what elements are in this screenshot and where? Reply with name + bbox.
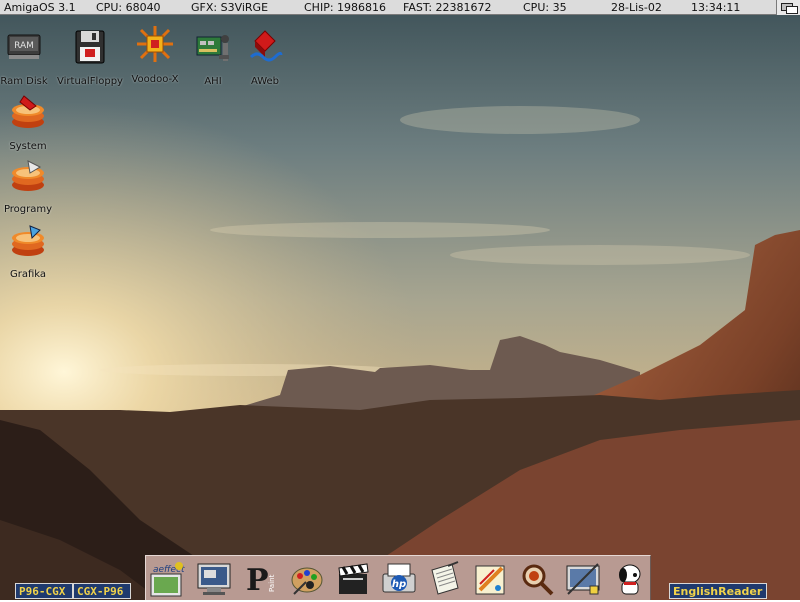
personal-paint-icon[interactable]: P Paint (242, 560, 280, 598)
clock: 13:34:11 (691, 1, 741, 14)
ram-disk[interactable]: RAM Ram Disk (0, 29, 59, 88)
system-label: System (9, 141, 47, 152)
drawer-icon (10, 94, 46, 130)
virtual-floppy-label: VirtualFloppy (57, 76, 123, 87)
virtual-floppy[interactable]: VirtualFloppy (55, 29, 125, 88)
notepad-icon[interactable] (426, 560, 464, 598)
depth-front-box (786, 6, 798, 14)
mode-p96-cgx[interactable]: P96-CGX (15, 583, 73, 599)
svg-text:P: P (246, 563, 269, 598)
ram-disk-label: Ram Disk (0, 76, 48, 87)
floppy-icon (72, 29, 108, 65)
programy-label: Programy (3, 204, 53, 215)
aweb-label: AWeb (250, 76, 280, 87)
ahi-icon (195, 29, 231, 65)
app-dock: aeffect P Paint hp (145, 555, 651, 600)
system-drawer[interactable]: System (0, 94, 63, 153)
clapperboard-icon[interactable] (334, 560, 372, 598)
svg-text:hp: hp (392, 579, 406, 590)
paint-palette-icon[interactable] (288, 560, 326, 598)
aweb[interactable]: AWeb (230, 29, 300, 88)
english-reader[interactable]: EnglishReader (669, 583, 767, 599)
gfx-card: GFX: S3ViRGE (191, 1, 269, 14)
aweb-icon (247, 29, 283, 65)
voodoo-x-label: Voodoo-X (131, 74, 179, 85)
desktop-wallpaper (0, 0, 800, 600)
drawer-icon (10, 222, 46, 258)
grafika-drawer[interactable]: Grafika (0, 222, 63, 281)
screenshot-tool-icon[interactable] (564, 560, 602, 598)
programy-drawer[interactable]: Programy (0, 157, 63, 216)
snoopy-icon[interactable] (610, 560, 648, 598)
cpu-type: CPU: 68040 (96, 1, 161, 14)
grafika-label: Grafika (9, 269, 47, 280)
pencil-tools-icon[interactable] (472, 560, 510, 598)
hp-printer-icon[interactable]: hp (380, 560, 418, 598)
ram-disk-icon: RAM (6, 29, 42, 65)
svg-text:RAM: RAM (14, 41, 34, 51)
voodoo-icon (135, 24, 175, 64)
chip-memory: CHIP: 1986816 (304, 1, 387, 14)
cpu-load: CPU: 35 (523, 1, 567, 14)
screen-title-bar[interactable]: AmigaOS 3.1 CPU: 68040 GFX: S3ViRGE CHIP… (0, 0, 800, 15)
monitor-icon[interactable] (195, 560, 233, 598)
fast-memory: FAST: 22381672 (403, 1, 492, 14)
drawer-icon (10, 157, 46, 193)
os-version: AmigaOS 3.1 (4, 1, 76, 14)
art-effect-icon[interactable]: aeffect (149, 560, 187, 598)
magnifier-icon[interactable] (518, 560, 556, 598)
date: 28-Lis-02 (611, 1, 662, 14)
screen-depth-gadget[interactable] (776, 0, 800, 15)
svg-text:Paint: Paint (268, 574, 276, 592)
mode-cgx-p96[interactable]: CGX-P96 (73, 583, 131, 599)
ahi-label: AHI (204, 76, 222, 87)
